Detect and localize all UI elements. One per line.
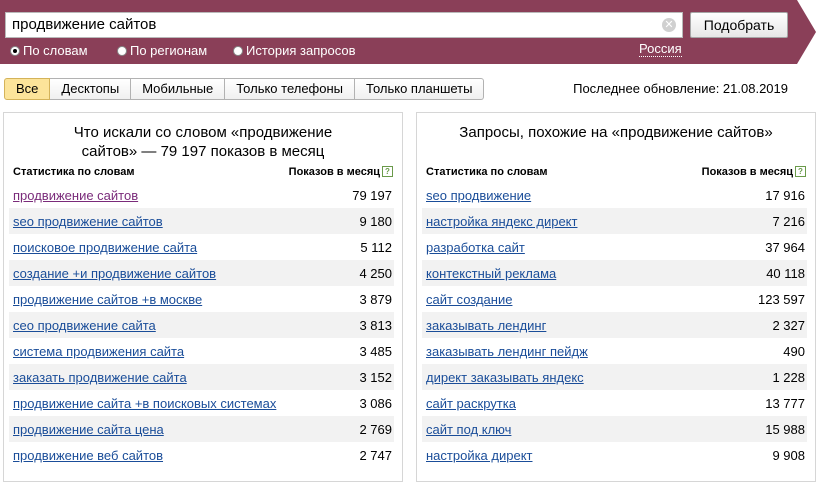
mode-history[interactable]: История запросов — [233, 43, 356, 58]
views-count: 15 988 — [765, 421, 805, 437]
query-link[interactable]: заказывать лендинг — [426, 318, 546, 333]
radio-selected-icon — [10, 46, 20, 56]
views-count: 2 327 — [772, 317, 805, 333]
views-count: 3 879 — [359, 291, 392, 307]
search-banner: продвижение сайтов ✕ Подобрать По словам… — [0, 0, 820, 64]
mode-by-regions[interactable]: По регионам — [117, 43, 207, 58]
col-views-header: Показов в месяц? — [702, 166, 806, 178]
query-link[interactable]: поисковое продвижение сайта — [13, 240, 197, 255]
tab-all[interactable]: Все — [4, 78, 51, 100]
last-update: Последнее обновление: 21.08.2019 — [573, 81, 788, 96]
query-link[interactable]: сео продвижение сайта — [13, 318, 156, 333]
table-row: сео продвижение сайта 3 813 — [9, 312, 394, 338]
views-count: 13 777 — [765, 395, 805, 411]
tab-phones-only[interactable]: Только телефоны — [225, 78, 356, 100]
views-count: 9 180 — [359, 213, 392, 229]
table-row: настройка директ 9 908 — [422, 442, 807, 468]
views-count: 7 216 — [772, 213, 805, 229]
views-count: 9 908 — [772, 447, 805, 463]
table-row: заказывать лендинг пейдж 490 — [422, 338, 807, 364]
views-count: 2 747 — [359, 447, 392, 463]
query-link[interactable]: продвижение сайтов +в москве — [13, 292, 202, 307]
views-count: 490 — [783, 343, 805, 359]
table-row: заказывать лендинг 2 327 — [422, 312, 807, 338]
radio-icon — [233, 46, 243, 56]
table-row: seo продвижение 17 916 — [422, 182, 807, 208]
table-row: продвижение сайтов +в москве 3 879 — [9, 286, 394, 312]
views-count: 3 086 — [359, 395, 392, 411]
device-tabs: Все Десктопы Мобильные Только телефоны Т… — [4, 78, 485, 100]
table-row: сайт раскрутка 13 777 — [422, 390, 807, 416]
views-count: 3 152 — [359, 369, 392, 385]
words-panel: Что искали со словом «продвижение сайтов… — [3, 112, 403, 482]
radio-icon — [117, 46, 127, 56]
views-count: 2 769 — [359, 421, 392, 437]
table-row: система продвижения сайта 3 485 — [9, 338, 394, 364]
views-count: 17 916 — [765, 187, 805, 203]
mode-by-words[interactable]: По словам — [10, 43, 88, 58]
query-link[interactable]: продвижение сайта цена — [13, 422, 164, 437]
search-input[interactable]: продвижение сайтов ✕ — [5, 12, 683, 38]
table-row: продвижение веб сайтов 2 747 — [9, 442, 394, 468]
panel-title: Что искали со словом «продвижение сайтов… — [73, 124, 333, 160]
query-link[interactable]: seo продвижение — [426, 188, 531, 203]
views-count: 4 250 — [359, 265, 392, 281]
query-link[interactable]: сайт создание — [426, 292, 512, 307]
table-row: настройка яндекс директ 7 216 — [422, 208, 807, 234]
views-count: 5 112 — [360, 239, 392, 255]
table-row: сайт под ключ 15 988 — [422, 416, 807, 442]
submit-button[interactable]: Подобрать — [690, 12, 788, 38]
views-count: 79 197 — [352, 187, 392, 203]
query-link[interactable]: директ заказывать яндекс — [426, 370, 584, 385]
query-link[interactable]: настройка директ — [426, 448, 533, 463]
search-query: продвижение сайтов — [12, 16, 157, 33]
table-row: seo продвижение сайтов 9 180 — [9, 208, 394, 234]
views-count: 1 228 — [772, 369, 805, 385]
query-link[interactable]: система продвижения сайта — [13, 344, 184, 359]
query-link[interactable]: настройка яндекс директ — [426, 214, 577, 229]
query-link[interactable]: создание +и продвижение сайтов — [13, 266, 216, 281]
table-row: создание +и продвижение сайтов 4 250 — [9, 260, 394, 286]
views-count: 3 813 — [359, 317, 392, 333]
clear-icon[interactable]: ✕ — [662, 18, 676, 32]
views-count: 37 964 — [765, 239, 805, 255]
help-icon[interactable]: ? — [382, 166, 393, 177]
table-row: контекстный реклама 40 118 — [422, 260, 807, 286]
query-link[interactable]: заказывать лендинг пейдж — [426, 344, 588, 359]
tab-tablets-only[interactable]: Только планшеты — [355, 78, 485, 100]
query-link[interactable]: seo продвижение сайтов — [13, 214, 163, 229]
table-row: продвижение сайта цена 2 769 — [9, 416, 394, 442]
table-row: поисковое продвижение сайта 5 112 — [9, 234, 394, 260]
table-row: разработка сайт 37 964 — [422, 234, 807, 260]
table-row: директ заказывать яндекс 1 228 — [422, 364, 807, 390]
query-link[interactable]: контекстный реклама — [426, 266, 556, 281]
query-link[interactable]: заказать продвижение сайта — [13, 370, 187, 385]
help-icon[interactable]: ? — [795, 166, 806, 177]
col-views-header: Показов в месяц? — [289, 166, 393, 178]
views-count: 40 118 — [766, 265, 805, 281]
col-stats-header: Статистика по словам — [13, 166, 135, 178]
similar-table: seo продвижение 17 916 настройка яндекс ди… — [422, 182, 807, 468]
similar-panel: Запросы, похожие на «продвижение сайтов»… — [416, 112, 816, 482]
table-row: сайт создание 123 597 — [422, 286, 807, 312]
panel-title: Запросы, похожие на «продвижение сайтов» — [459, 124, 773, 141]
region-link[interactable]: Россия — [639, 41, 682, 57]
table-row: продвижение сайта +в поисковых системах 3… — [9, 390, 394, 416]
query-link[interactable]: разработка сайт — [426, 240, 525, 255]
query-link[interactable]: сайт раскрутка — [426, 396, 516, 411]
col-stats-header: Статистика по словам — [426, 166, 548, 178]
views-count: 3 485 — [359, 343, 392, 359]
query-link[interactable]: продвижение сайта +в поисковых системах — [13, 396, 276, 411]
tab-mobile[interactable]: Мобильные — [131, 78, 226, 100]
query-link[interactable]: сайт под ключ — [426, 422, 511, 437]
query-link[interactable]: продвижение веб сайтов — [13, 448, 163, 463]
table-row: продвижение сайтов 79 197 — [9, 182, 394, 208]
query-link[interactable]: продвижение сайтов — [13, 188, 138, 203]
views-count: 123 597 — [758, 291, 805, 307]
table-row: заказать продвижение сайта 3 152 — [9, 364, 394, 390]
tab-desktops[interactable]: Десктопы — [50, 78, 132, 100]
words-table: продвижение сайтов 79 197 seo продвижение … — [9, 182, 394, 468]
